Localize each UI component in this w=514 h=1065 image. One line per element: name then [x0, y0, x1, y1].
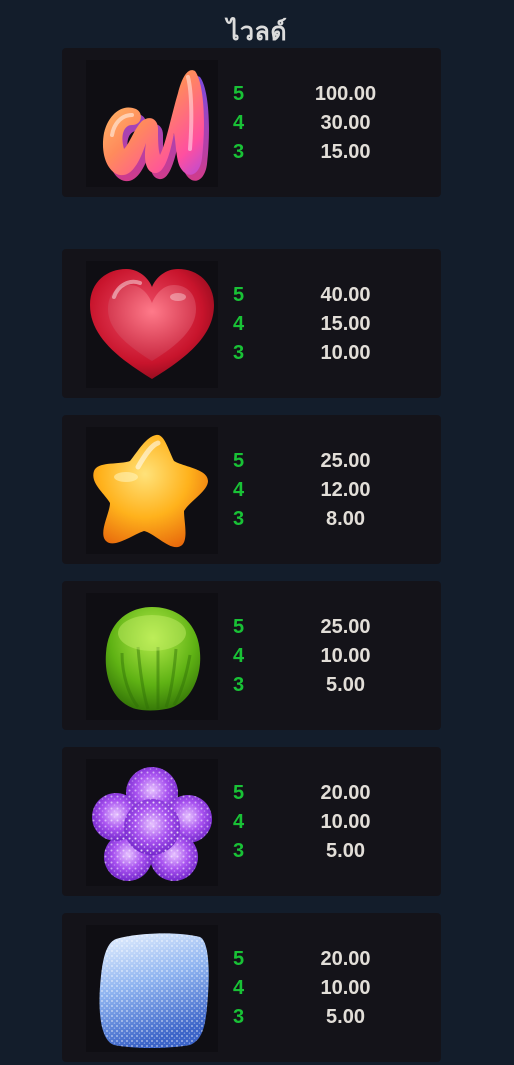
match-count: 3 [233, 342, 245, 364]
payout-value: 100.00 [314, 83, 377, 105]
paytable-card-star: 5 25.00 4 12.00 3 8.00 [62, 415, 441, 564]
payout-row: 4 10.00 [62, 808, 441, 837]
payout-value: 30.00 [320, 112, 371, 134]
paytable-card-blue-cube: 5 20.00 4 10.00 3 5.00 [62, 913, 441, 1062]
paytable-card-heart: 5 40.00 4 15.00 3 10.00 [62, 249, 441, 398]
payout-row: 3 10.00 [62, 339, 441, 368]
payout-row: 4 10.00 [62, 974, 441, 1003]
match-count: 5 [233, 616, 245, 638]
match-count: 4 [233, 313, 245, 335]
payout-value: 5.00 [326, 840, 365, 862]
match-count: 4 [233, 811, 245, 833]
payout-value: 10.00 [320, 811, 371, 833]
payout-row: 5 40.00 [62, 281, 441, 310]
payout-row: 5 20.00 [62, 779, 441, 808]
payout-value: 25.00 [320, 450, 371, 472]
payout-row: 5 100.00 [62, 80, 441, 109]
match-count: 3 [233, 508, 245, 530]
payout-value: 25.00 [320, 616, 371, 638]
payout-value: 20.00 [320, 782, 371, 804]
payout-row: 5 20.00 [62, 945, 441, 974]
paytable-card-purple-flower: 5 20.00 4 10.00 3 5.00 [62, 747, 441, 896]
match-count: 5 [233, 83, 245, 105]
match-count: 5 [233, 948, 245, 970]
match-count: 3 [233, 674, 245, 696]
payout-value: 40.00 [320, 284, 371, 306]
match-count: 4 [233, 977, 245, 999]
wild-section-title: ไวลด์ [226, 17, 288, 46]
match-count: 4 [233, 479, 245, 501]
paytable-card-green-gumdrop: 5 25.00 4 10.00 3 5.00 [62, 581, 441, 730]
payout-row: 3 5.00 [62, 671, 441, 700]
payout-row: 3 15.00 [62, 138, 441, 167]
payout-value: 10.00 [320, 645, 371, 667]
payout-row: 4 12.00 [62, 476, 441, 505]
payout-row: 3 5.00 [62, 837, 441, 866]
payout-row: 3 5.00 [62, 1003, 441, 1032]
match-count: 4 [233, 645, 245, 667]
payout-value: 10.00 [320, 977, 371, 999]
payout-value: 5.00 [326, 674, 365, 696]
match-count: 3 [233, 141, 245, 163]
payout-row: 5 25.00 [62, 447, 441, 476]
payout-value: 12.00 [320, 479, 371, 501]
match-count: 4 [233, 112, 245, 134]
payout-row: 5 25.00 [62, 613, 441, 642]
payout-value: 8.00 [326, 508, 365, 530]
payout-row: 4 15.00 [62, 310, 441, 339]
payout-value: 20.00 [320, 948, 371, 970]
payout-row: 4 30.00 [62, 109, 441, 138]
match-count: 5 [233, 782, 245, 804]
match-count: 5 [233, 284, 245, 306]
match-count: 3 [233, 840, 245, 862]
payout-value: 10.00 [320, 342, 371, 364]
payout-value: 15.00 [320, 141, 371, 163]
payout-row: 3 8.00 [62, 505, 441, 534]
payout-row: 4 10.00 [62, 642, 441, 671]
paytable-card-wild: 5 100.00 4 30.00 3 15.00 [62, 48, 441, 197]
match-count: 3 [233, 1006, 245, 1028]
payout-value: 15.00 [320, 313, 371, 335]
match-count: 5 [233, 450, 245, 472]
payout-value: 5.00 [326, 1006, 365, 1028]
